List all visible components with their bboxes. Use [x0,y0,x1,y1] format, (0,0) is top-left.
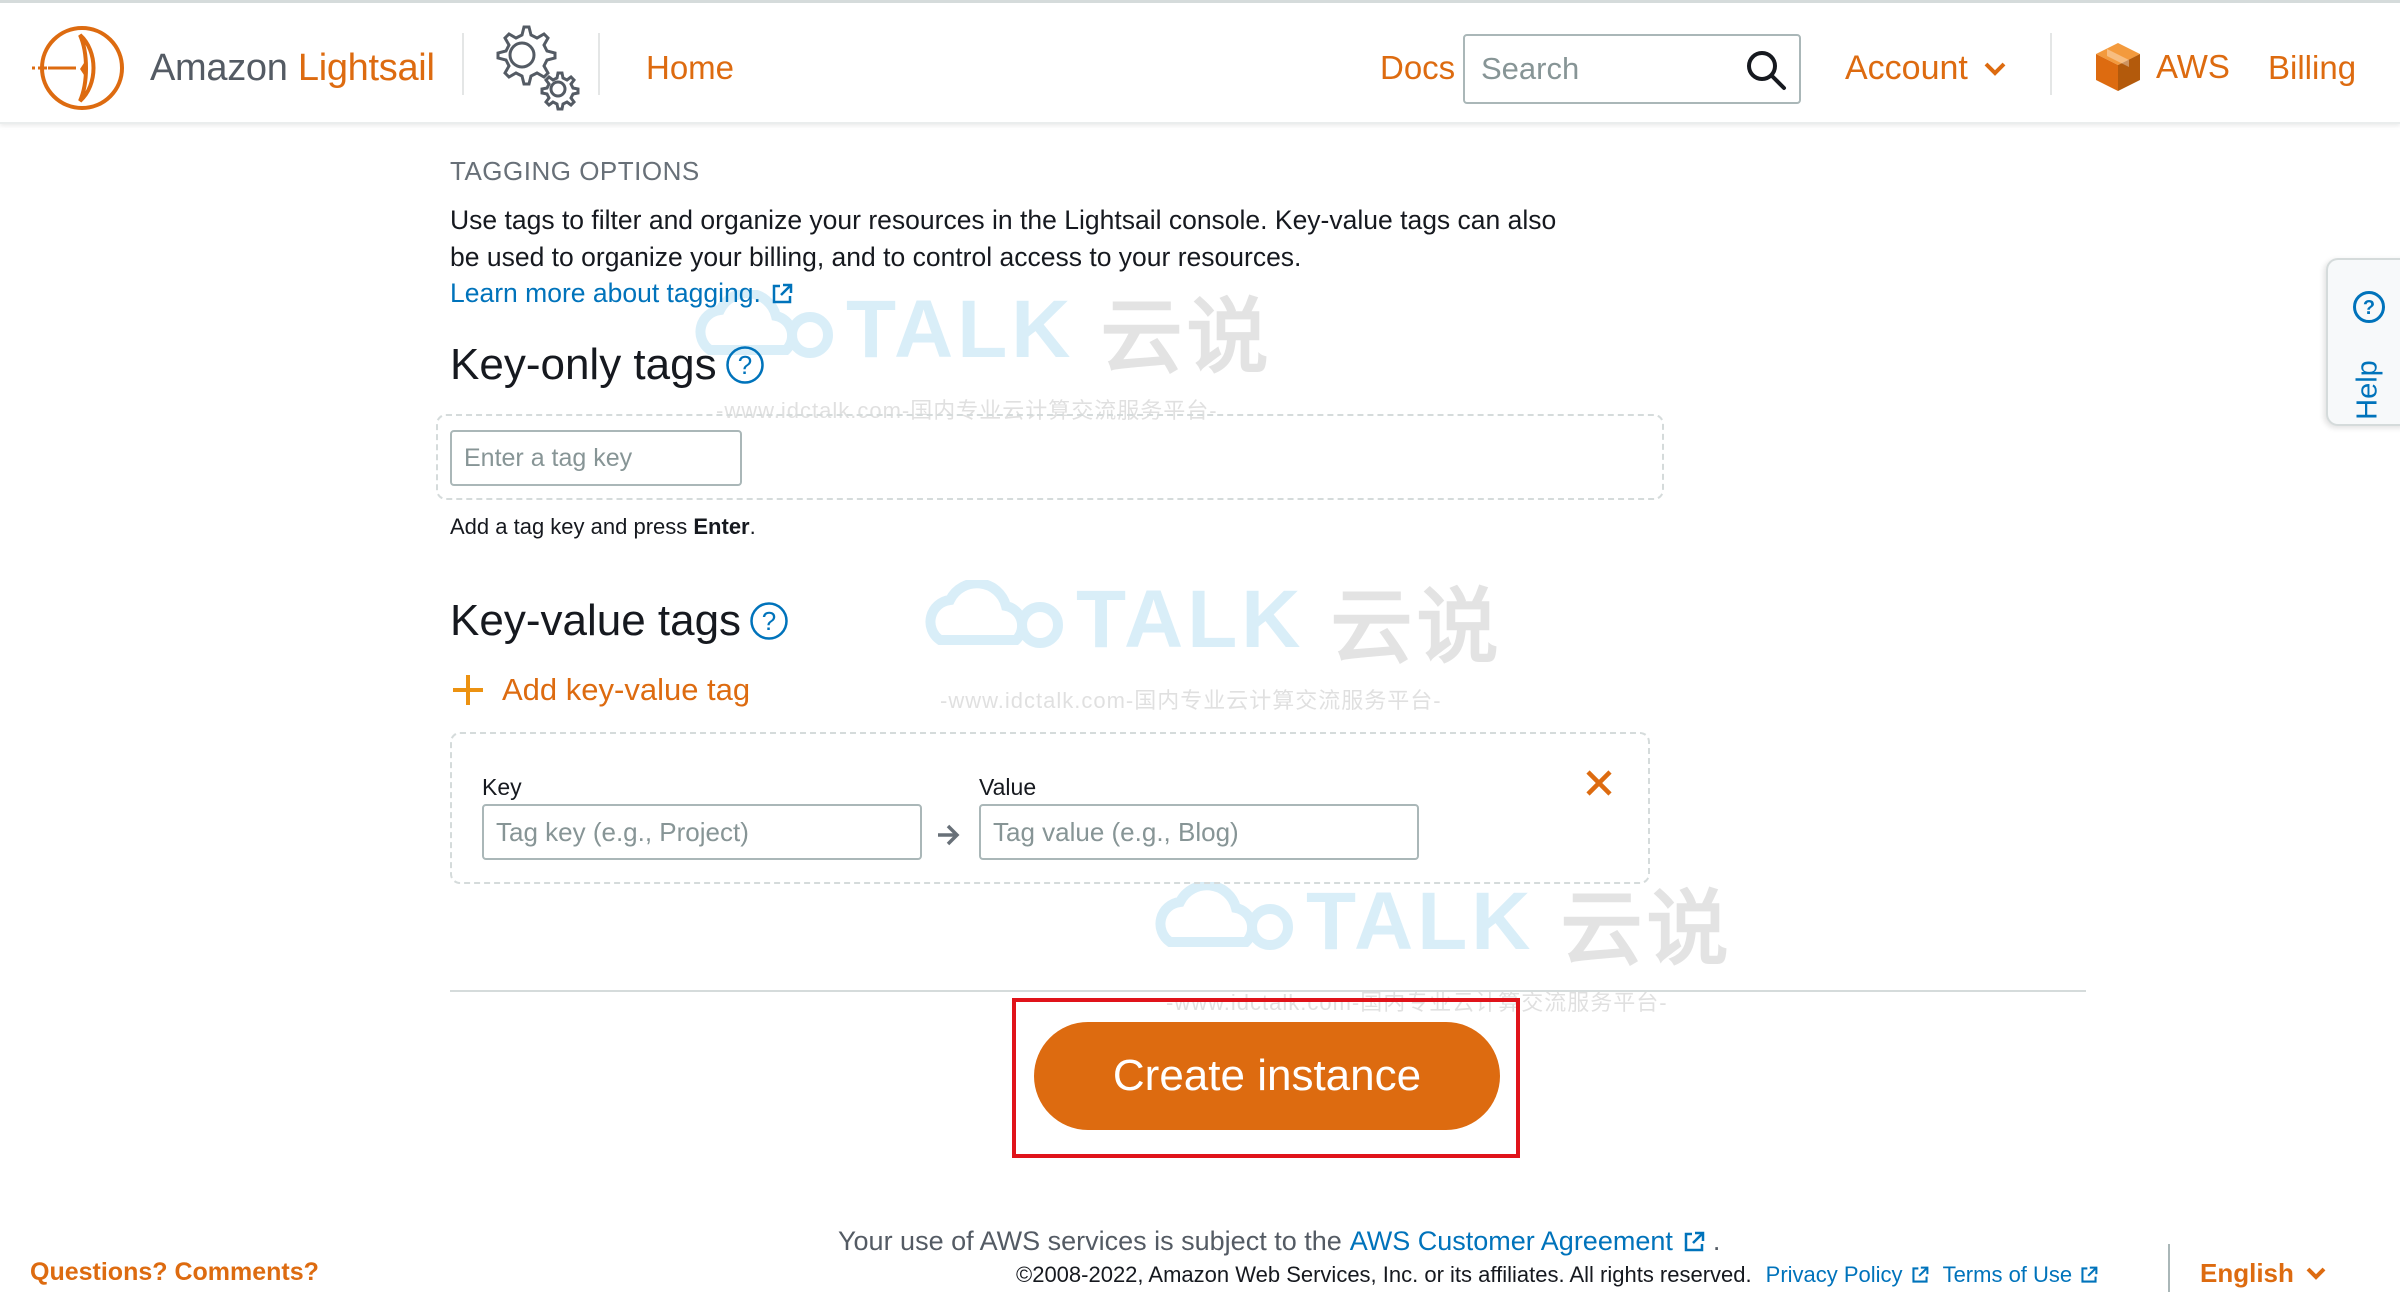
help-label: Help [2351,360,2384,420]
terms-notice: Your use of AWS services is subject to t… [838,1226,1721,1257]
info-question-icon[interactable]: ? [725,345,765,385]
language-selector[interactable]: English [2200,1258,2326,1289]
search-input[interactable] [1465,36,1735,102]
account-label: Account [1845,49,1968,87]
arrow-right-icon [938,824,960,846]
chevron-down-icon [2306,1267,2326,1280]
chevron-down-icon [1984,62,2006,76]
footer-divider [2168,1244,2170,1292]
question-circle-icon: ? [2353,291,2385,323]
external-link-icon [1684,1231,1705,1251]
search-icon[interactable] [1745,49,1787,91]
search-box [1463,34,1801,104]
nav-divider [2050,33,2052,95]
top-navigation-bar: Amazon Lightsail Home Docs Account [0,0,2400,124]
learn-more-label: Learn more about tagging. [450,278,761,308]
value-label: Value [979,774,1037,800]
nav-home-link[interactable]: Home [646,49,734,87]
tag-value-field[interactable] [979,804,1419,860]
lightsail-logo-icon [32,26,124,110]
section-title: TAGGING OPTIONS [450,156,700,186]
watermark: TALK 云说 -www.idctalk.com-国内专业云计算交流服务平台- [920,560,1503,715]
watermark-cloud-icon [1155,881,1293,950]
plus-icon [453,675,483,705]
language-label: English [2200,1258,2294,1288]
add-kv-label: Add key-value tag [502,672,751,707]
questions-comments-link[interactable]: Questions? Comments? [30,1258,319,1287]
customer-agreement-link[interactable]: AWS Customer Agreement [1350,1226,1705,1257]
external-link-icon [772,283,793,303]
tag-key-hint: Add a tag key and press Enter. [450,514,756,539]
aws-cube-icon [2096,43,2140,91]
account-menu[interactable]: Account [1845,49,2006,88]
nav-divider [598,33,600,95]
watermark-cloud-icon [925,579,1063,648]
aws-label: AWS [2156,48,2230,85]
info-question-icon[interactable]: ? [749,601,789,641]
svg-text:?: ? [737,350,751,380]
aws-console-link[interactable]: AWS [2094,41,2230,93]
learn-more-tagging-link[interactable]: Learn more about tagging. [450,278,793,309]
svg-text:?: ? [762,606,776,636]
terms-of-use-link[interactable]: Terms of Use [1943,1262,2099,1288]
key-value-tags-heading: Key-value tags ? [450,596,789,646]
help-side-tab[interactable]: ? Help [2326,258,2400,426]
external-link-icon [1911,1266,1928,1283]
copyright-row: ©2008-2022, Amazon Web Services, Inc. or… [1016,1262,2098,1288]
create-instance-button[interactable]: Create instance [1034,1022,1500,1130]
settings-gear-icon[interactable] [488,21,580,111]
nav-divider [462,33,464,95]
nav-docs-link[interactable]: Docs [1380,49,1455,87]
lightsail-logo[interactable]: Amazon Lightsail [30,23,435,113]
tag-key-field[interactable] [482,804,922,860]
key-only-tags-heading: Key-only tags ? [450,340,765,390]
tagging-description: Use tags to filter and organize your res… [450,205,1557,272]
section-divider [450,990,2086,992]
privacy-policy-link[interactable]: Privacy Policy [1766,1262,1929,1288]
add-key-value-tag-button[interactable]: Add key-value tag [450,672,750,708]
copyright-text: ©2008-2022, Amazon Web Services, Inc. or… [1016,1262,1752,1287]
brand-name: Amazon Lightsail [150,46,435,89]
svg-text:?: ? [2363,297,2375,319]
watermark: TALK 云说 -www.idctalk.com-国内专业云计算交流服务平台- [1150,862,1733,1017]
external-link-icon [2081,1266,2098,1283]
close-icon[interactable] [1584,768,1614,798]
key-label: Key [482,774,522,800]
tag-key-input[interactable] [450,430,742,486]
nav-billing-link[interactable]: Billing [2268,49,2356,87]
